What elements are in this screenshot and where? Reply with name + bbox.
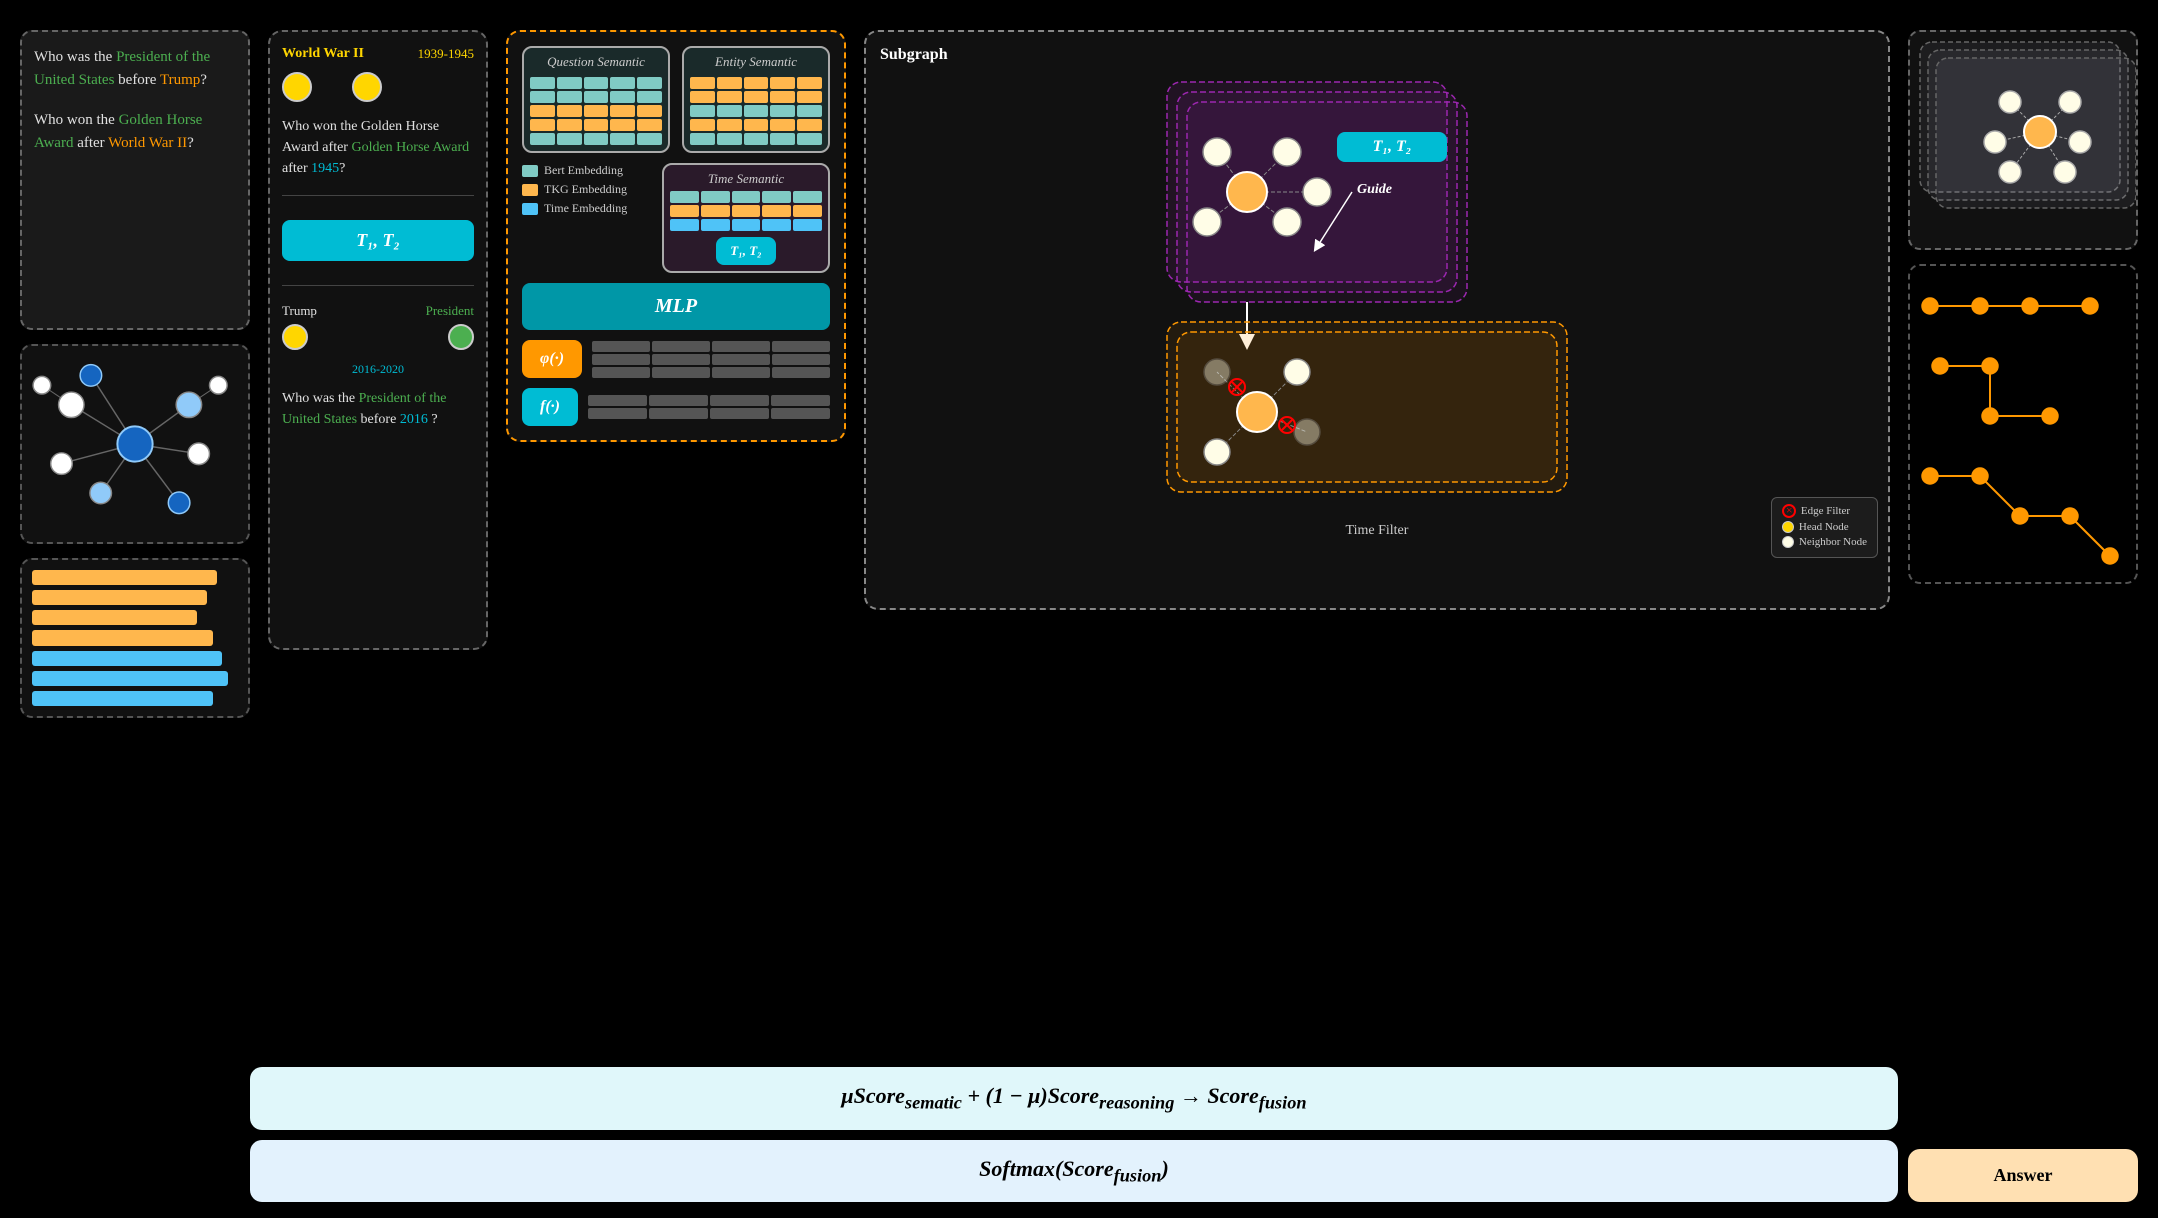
orange-chain-svg (1910, 266, 2138, 584)
f-grid (588, 395, 830, 419)
qs-grid (530, 77, 662, 145)
head-node-legend: Head Node (1782, 521, 1867, 533)
main-container: Who was the President of the United Stat… (0, 0, 2158, 1218)
right-graph-svg (1910, 32, 2138, 250)
embed-row-blue-1 (32, 651, 222, 666)
trump-node (282, 324, 308, 350)
node-ww2-left (282, 72, 312, 102)
column-2: World War II 1939-1945 Who won the Golde… (268, 30, 488, 650)
column-5 (1908, 30, 2138, 584)
formula-box: μScoresematic + (1 − μ)Scorereasoning → … (250, 1067, 1898, 1129)
node-ww2-right (352, 72, 382, 102)
phi-box: φ(·) (522, 340, 582, 378)
legend-bert: Bert Embedding (522, 163, 652, 178)
semantic-panel: Question Semantic (506, 30, 846, 442)
graph-visualization (20, 344, 250, 544)
trump-president-row: Trump President (282, 302, 474, 350)
legend-bert-color (522, 165, 538, 177)
years-1945: 1939-1945 (418, 46, 474, 62)
softmax-box: Softmax(Scorefusion) (250, 1140, 1898, 1202)
phi-grid (592, 341, 830, 378)
question-semantic-title: Question Semantic (530, 54, 662, 70)
ww2-nodes (282, 72, 474, 102)
embed-row-orange-3 (32, 610, 197, 625)
time-filter-label: Time Filter (880, 523, 1874, 539)
es-grid (690, 77, 822, 145)
legend-area: Bert Embedding TKG Embedding Time Embedd… (522, 163, 652, 216)
sem-top-row: Question Semantic (522, 46, 830, 153)
legend-bert-label: Bert Embedding (544, 163, 623, 178)
subgraph-title: Subgraph (880, 46, 1874, 64)
answer-box: Answer (1908, 1149, 2138, 1202)
embed-row-orange-1 (32, 570, 217, 585)
f-box: f(·) (522, 388, 578, 426)
f-row: f(·) (522, 388, 830, 426)
ww2-label: World War II (282, 46, 364, 62)
answer-section: Answer (1908, 1149, 2138, 1202)
column-3: Question Semantic (506, 30, 846, 442)
t-vars-time-sem: T₁, T₂ (716, 237, 775, 265)
legend-tkg: TKG Embedding (522, 182, 652, 197)
question-semantic-card: Question Semantic (522, 46, 670, 153)
column-1: Who was the President of the United Stat… (20, 30, 250, 718)
subgraph-panel: Subgraph (864, 30, 1890, 610)
separator-1 (282, 195, 474, 196)
question-2: Who won the Golden Horse Award after Wor… (34, 109, 236, 154)
mlp-box: MLP (522, 283, 830, 330)
time-sem-row: Bert Embedding TKG Embedding Time Embedd… (522, 163, 830, 273)
legend-time-color (522, 203, 538, 215)
embed-row-orange-4 (32, 630, 213, 645)
legend-tkg-color (522, 184, 538, 196)
q-president: Who was the President of the United Stat… (282, 388, 474, 430)
legend-time-label: Time Embedding (544, 201, 627, 216)
embed-row-orange-2 (32, 590, 207, 605)
legend-time: Time Embedding (522, 201, 652, 216)
right-graph-box (1908, 30, 2138, 250)
bottom-formulas: μScoresematic + (1 − μ)Scorereasoning → … (250, 1067, 1898, 1202)
legend-tkg-label: TKG Embedding (544, 182, 627, 197)
q-golden: Who won the Golden Horse Award after Gol… (282, 116, 474, 179)
embed-row-blue-2 (32, 671, 228, 686)
legend-box: × Edge Filter Head Node Neighbor Node (1771, 497, 1878, 558)
subgraph-svg: T₁, T₂ Guide (880, 72, 1874, 512)
question-panel: Who was the President of the United Stat… (20, 30, 250, 330)
t-vars-box-1: T₁, T₂ (282, 220, 474, 261)
embedding-panel (20, 558, 250, 718)
years-2016: 2016-2020 (282, 360, 474, 378)
entity-semantic-card: Entity Semantic (682, 46, 830, 153)
column-4: Subgraph (864, 30, 1890, 610)
timeline-panel: World War II 1939-1945 Who won the Golde… (268, 30, 488, 650)
embed-row-blue-3 (32, 691, 213, 706)
entity-semantic-title: Entity Semantic (690, 54, 822, 70)
ww2-header: World War II 1939-1945 (282, 46, 474, 62)
trump-col: Trump (282, 302, 317, 350)
bottom-row: Softmax(Scorefusion) (250, 1140, 1898, 1202)
time-semantic-title: Time Semantic (670, 171, 822, 187)
president-col: President (426, 302, 474, 350)
neighbor-node-legend: Neighbor Node (1782, 536, 1867, 548)
president-node (448, 324, 474, 350)
question-1: Who was the President of the United Stat… (34, 46, 236, 91)
time-semantic-card: Time Semantic (662, 163, 830, 273)
phi-row: φ(·) (522, 340, 830, 378)
edge-filter-legend: × Edge Filter (1782, 504, 1867, 518)
orange-chain-box (1908, 264, 2138, 584)
separator-2 (282, 285, 474, 286)
